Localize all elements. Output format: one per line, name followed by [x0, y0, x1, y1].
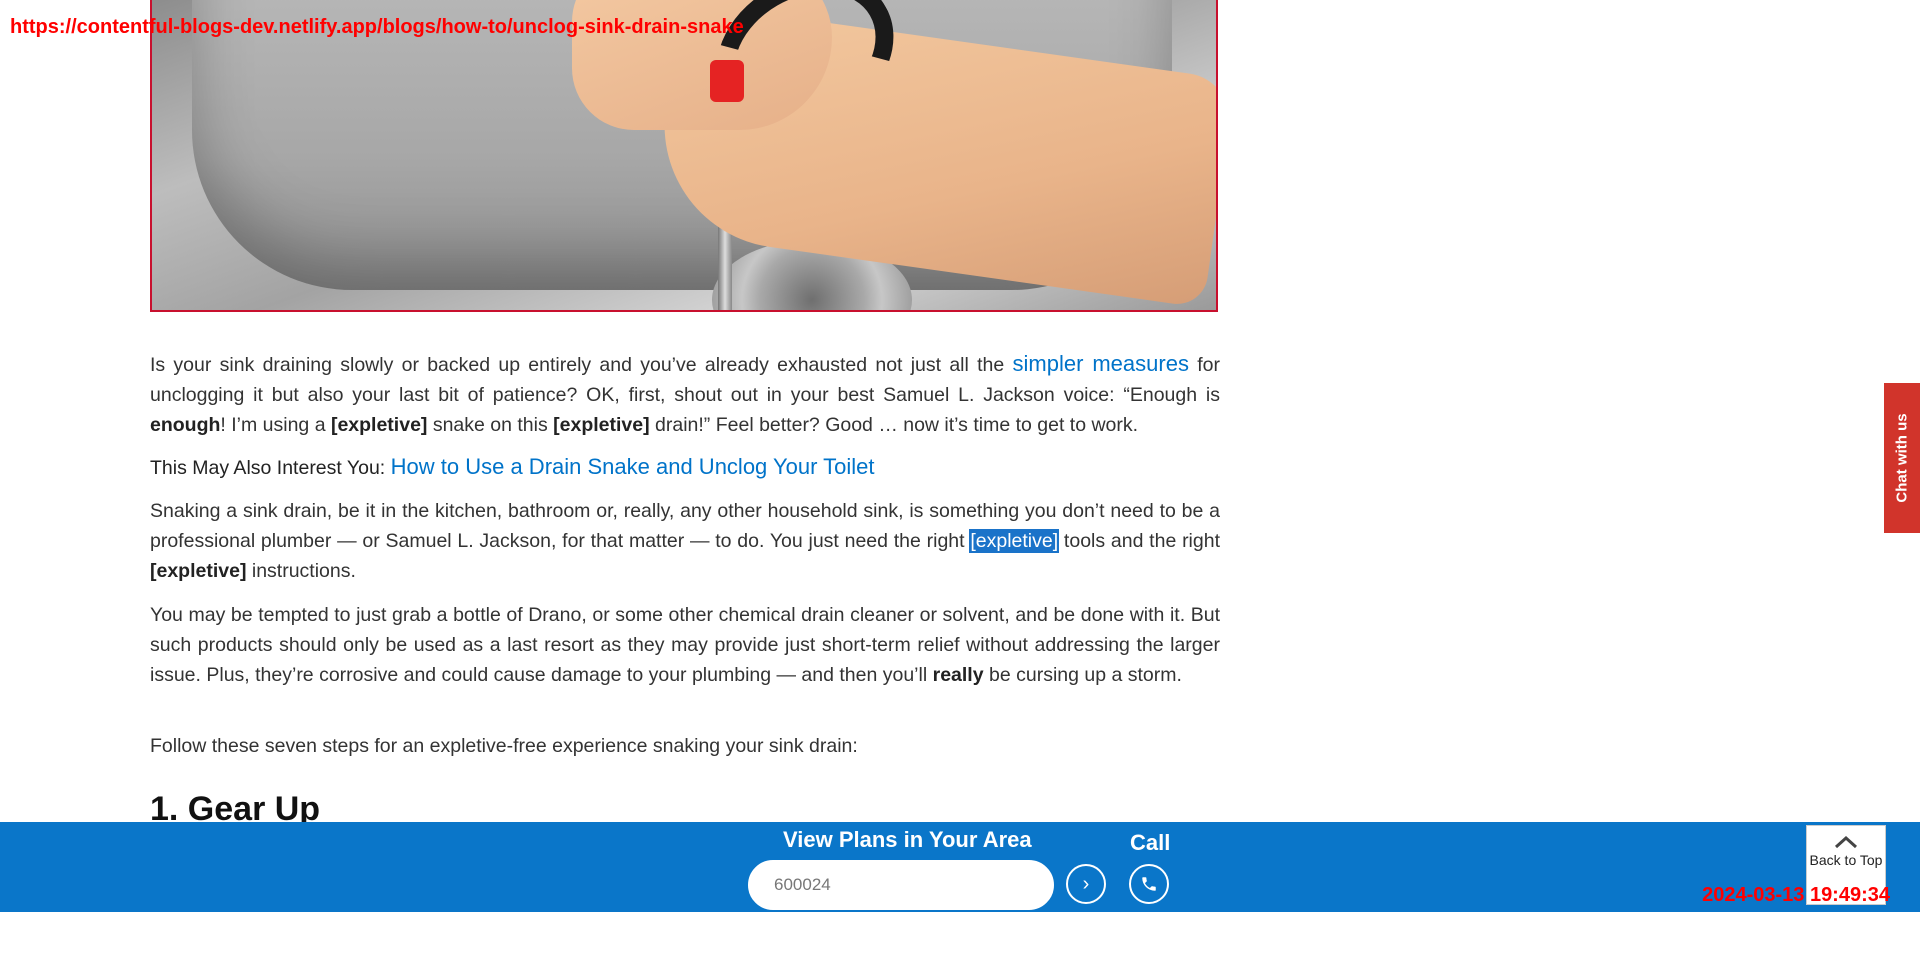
view-plans-label: View Plans in Your Area	[783, 827, 1032, 852]
back-to-top-label: Back to Top	[1809, 852, 1883, 868]
hero-image	[150, 0, 1218, 312]
timestamp-overlay: 2024-03-13 19:49:34	[1702, 884, 1890, 906]
bottom-cta-bar: View Plans in Your Area 600024 › Call	[0, 822, 1920, 912]
chevron-up-icon	[1834, 835, 1858, 849]
phone-icon	[1142, 877, 1156, 891]
text-span: snake on this	[427, 414, 554, 436]
text-span: instructions.	[246, 560, 356, 582]
text-span: ! I’m using a	[220, 414, 331, 436]
bold-text: [expletive]	[330, 414, 428, 436]
text-span: drain!” Feel better? Good … now it’s tim…	[649, 414, 1139, 436]
submit-zip-button[interactable]: ›	[1066, 864, 1106, 904]
related-label: This May Also Interest You:	[150, 457, 386, 479]
zip-code-input[interactable]: 600024	[748, 860, 1054, 910]
text-span: be cursing up a storm.	[983, 664, 1182, 686]
chevron-right-icon: ›	[1082, 873, 1090, 895]
simpler-measures-link[interactable]: simpler measures	[1013, 351, 1189, 376]
snaking-paragraph: Snaking a sink drain, be it in the kitch…	[150, 496, 1220, 586]
bold-text: [expletive]	[150, 560, 247, 582]
call-label: Call	[1130, 830, 1171, 855]
highlighted-text: [expletive]	[969, 529, 1060, 553]
intro-paragraph: Is your sink draining slowly or backed u…	[150, 349, 1220, 440]
drano-paragraph: You may be tempted to just grab a bottle…	[150, 600, 1220, 690]
bold-text: really	[932, 664, 984, 686]
chat-with-us-tab[interactable]: Chat with us	[1884, 383, 1920, 533]
related-article-link[interactable]: How to Use a Drain Snake and Unclog Your…	[391, 454, 875, 479]
url-overlay: https://contentful-blogs-dev.netlify.app…	[10, 16, 744, 38]
bold-text: [expletive]	[553, 414, 650, 436]
text-span: tools and the right	[1058, 530, 1220, 552]
text-span: Is your sink draining slowly or backed u…	[150, 354, 1013, 376]
bold-text: enough	[150, 414, 221, 436]
steps-intro-paragraph: Follow these seven steps for an expletiv…	[150, 735, 858, 757]
chat-label: Chat with us	[1893, 413, 1911, 503]
call-button[interactable]	[1129, 864, 1169, 904]
related-article: This May Also Interest You: How to Use a…	[150, 454, 1220, 480]
